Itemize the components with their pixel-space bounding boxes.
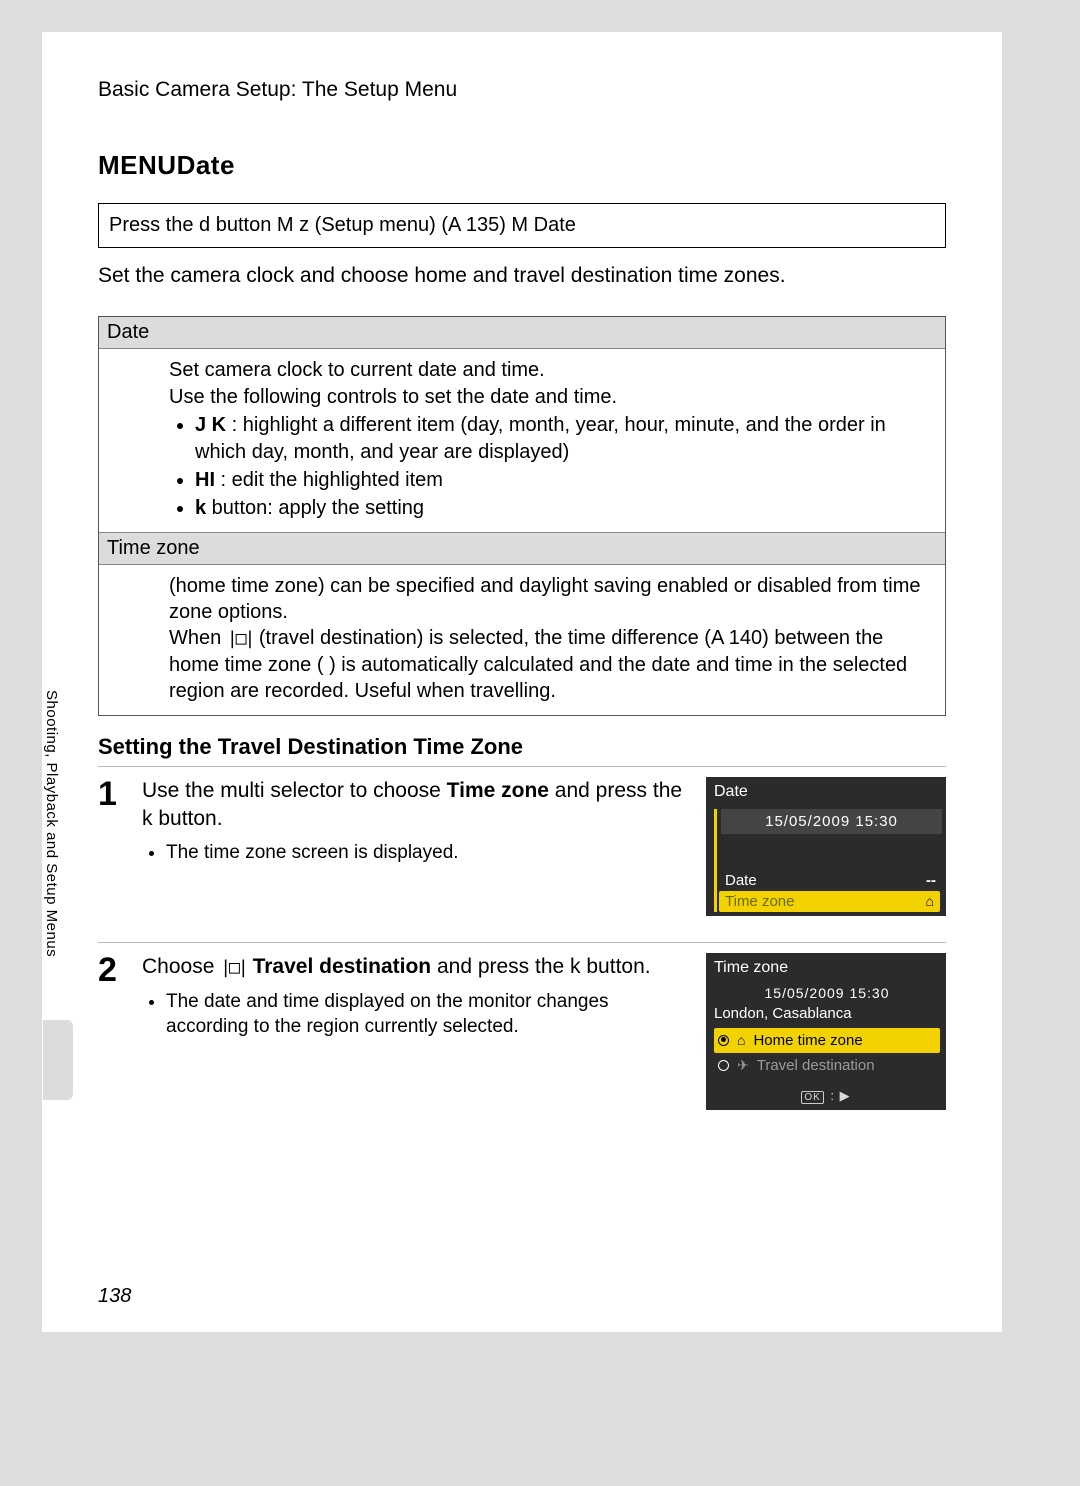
lcd-body: 15/05/2009 15:30 Date -- Time zone ⌂	[714, 809, 942, 912]
text-span: and press the k button.	[431, 955, 650, 978]
text-line: When (travel destination) is selected, t…	[169, 625, 933, 704]
lcd-option-date: Date --	[721, 870, 942, 891]
definitions-table: Date Set camera clock to current date an…	[98, 316, 946, 715]
intro-text: Set the camera clock and choose home and…	[98, 262, 946, 290]
bullet: J K : highlight a different item (day, m…	[195, 412, 933, 465]
side-thumb-tab	[43, 1020, 73, 1100]
step-number: 1	[98, 777, 124, 916]
section-title: MENUDate	[42, 102, 1002, 191]
lcd-option-label: Home time zone	[753, 1032, 862, 1049]
lcd-screenshot-timezone: Time zone 15/05/2009 15:30 London, Casab…	[706, 953, 946, 1110]
step-bullet: The time zone screen is displayed.	[166, 840, 688, 865]
menu-prefix: MENU	[98, 150, 177, 180]
text-span: When	[169, 627, 227, 649]
emphasized: Travel destination	[247, 955, 431, 978]
def-timezone-header: Time zone	[99, 533, 945, 565]
lcd-datetime: 15/05/2009 15:30	[714, 983, 940, 1003]
bullet: k button: apply the setting	[195, 495, 933, 521]
bullet-text: : highlight a different item (day, month…	[195, 414, 886, 462]
radio-icon	[718, 1035, 729, 1046]
def-date-header: Date	[99, 317, 945, 349]
home-icon: ⌂	[737, 1032, 745, 1048]
text-line: (home time zone) can be specified and da…	[169, 573, 933, 626]
lcd-option-label: Date	[725, 872, 757, 889]
navigation-path-box: Press the d button M z (Setup menu) (A 1…	[98, 203, 946, 248]
lcd-title: Date	[706, 777, 946, 805]
lcd-location: London, Casablanca	[714, 1003, 940, 1028]
side-section-label: Shooting, Playback and Setup Menus	[43, 690, 60, 990]
ok-badge-icon: OK	[801, 1091, 823, 1104]
step-number: 2	[98, 953, 124, 1110]
steps-list: 1 Use the multi selector to choose Time …	[98, 766, 946, 1136]
lcd-home-timezone-selected: ⌂ Home time zone	[714, 1028, 940, 1053]
def-date-body: Set camera clock to current date and tim…	[99, 349, 945, 532]
step-content: Choose Travel destination and press the …	[142, 953, 688, 1110]
home-icon: ⌂	[926, 893, 934, 909]
lcd-option-timezone-selected: Time zone ⌂	[719, 891, 940, 912]
step-content: Use the multi selector to choose Time zo…	[142, 777, 688, 916]
text-line: Set camera clock to current date and tim…	[169, 357, 933, 383]
arrow-icon: : ▶	[826, 1088, 851, 1103]
step-2: 2 Choose Travel destination and press th…	[98, 942, 946, 1136]
title-word: Date	[177, 150, 235, 180]
lcd-travel-destination: Travel destination	[714, 1053, 940, 1078]
lcd-body: 15/05/2009 15:30 London, Casablanca ⌂ Ho…	[706, 981, 946, 1084]
procedure-heading: Setting the Travel Destination Time Zone	[98, 734, 946, 760]
lcd-option-label: Time zone	[725, 893, 794, 910]
def-timezone-body: (home time zone) can be specified and da…	[99, 565, 945, 715]
step-1: 1 Use the multi selector to choose Time …	[98, 766, 946, 942]
lcd-option-value: --	[926, 872, 936, 889]
text-span: Use the multi selector to choose	[142, 779, 447, 802]
emphasized: Time zone	[447, 779, 549, 802]
page-number: 138	[98, 1285, 131, 1308]
lcd-screenshot-date: Date 15/05/2009 15:30 Date -- Time zone …	[706, 777, 946, 916]
lcd-datetime: 15/05/2009 15:30	[721, 809, 942, 834]
lcd-option-label: Travel destination	[757, 1057, 875, 1074]
control-key: HI	[195, 469, 215, 491]
text-span: Choose	[142, 955, 220, 978]
manual-page: Basic Camera Setup: The Setup Menu MENUD…	[42, 32, 1002, 1332]
lcd-footer-hint: OK : ▶	[706, 1084, 946, 1110]
bullet: HI : edit the highlighted item	[195, 467, 933, 493]
control-key: k	[195, 497, 206, 519]
step-bullet: The date and time displayed on the monit…	[166, 989, 688, 1040]
plane-icon	[737, 1057, 749, 1074]
travel-icon	[220, 955, 247, 978]
text-span: (travel destination) is selected, the ti…	[169, 627, 907, 702]
bullet-text: button: apply the setting	[206, 497, 424, 519]
control-key: J K	[195, 414, 226, 436]
bullet-text: : edit the highlighted item	[215, 469, 443, 491]
running-header: Basic Camera Setup: The Setup Menu	[42, 32, 1002, 102]
lcd-title: Time zone	[706, 953, 946, 981]
travel-icon	[227, 627, 254, 649]
text-line: Use the following controls to set the da…	[169, 384, 933, 410]
radio-icon	[718, 1060, 729, 1071]
